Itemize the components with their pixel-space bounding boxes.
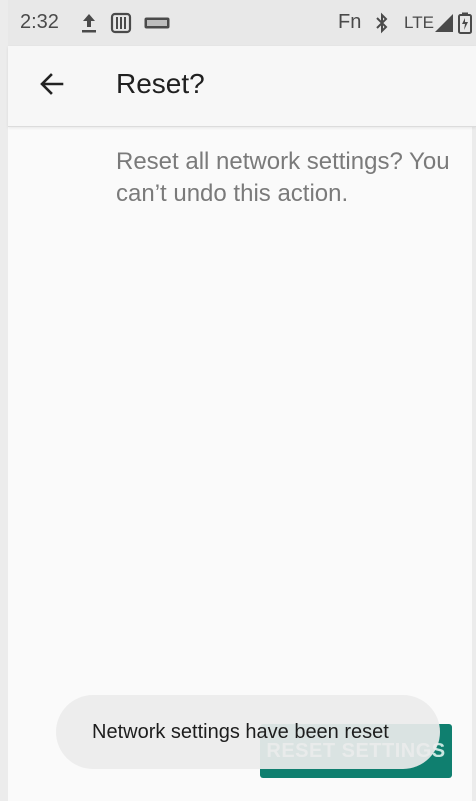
network-type: LTE xyxy=(404,13,434,32)
volte-icon xyxy=(144,16,170,38)
status-bar: 2:32 Fn LTE xyxy=(8,0,476,46)
toast-text: Network settings have been reset xyxy=(92,720,389,743)
screen: 2:32 Fn LTE Reset? Reset all network set… xyxy=(0,0,476,801)
battery-icon xyxy=(458,12,472,34)
fn-indicator: Fn xyxy=(338,11,362,33)
toast-notification: Network settings have been reset xyxy=(56,695,440,769)
page-title: Reset? xyxy=(116,68,205,99)
arrow-back-icon xyxy=(38,70,66,103)
bluetooth-icon xyxy=(374,12,390,34)
status-time: 2:32 xyxy=(20,11,59,33)
upload-icon xyxy=(80,12,98,34)
app-bar: Reset? xyxy=(8,46,476,127)
sim-card-icon xyxy=(110,12,132,34)
screen-edge-left xyxy=(0,0,8,801)
reset-confirmation-message: Reset all network settings? You can’t un… xyxy=(116,148,450,207)
signal-icon xyxy=(434,12,454,34)
back-button[interactable] xyxy=(30,64,74,108)
